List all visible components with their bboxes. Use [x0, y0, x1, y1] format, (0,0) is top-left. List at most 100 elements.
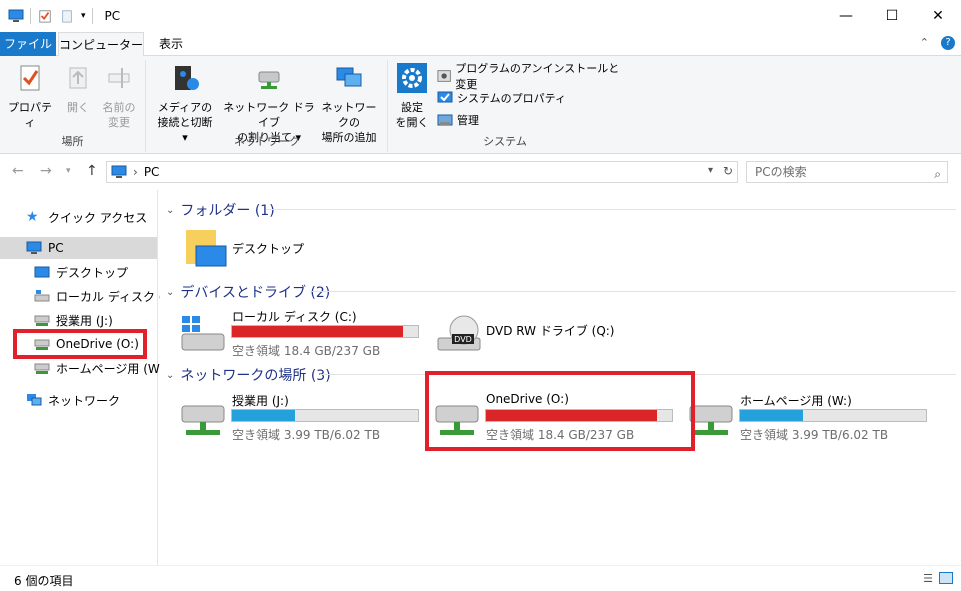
breadcrumb-pc[interactable]: PC — [144, 165, 160, 179]
rename-label-1: 名前の — [102, 101, 136, 114]
uninstall-programs-button[interactable]: プログラムのアンインストールと変更 — [437, 62, 621, 91]
add-network-label-1: ネットワークの — [321, 101, 377, 129]
search-icon[interactable]: ⌕ — [934, 164, 941, 184]
recent-locations-icon[interactable]: ▾ — [66, 166, 71, 176]
system-properties-button[interactable]: システムのプロパティ — [437, 88, 566, 108]
tab-file[interactable]: ファイル — [0, 32, 56, 56]
window-title: PC — [104, 9, 121, 23]
item-count: 6 個の項目 — [14, 574, 74, 588]
chevron-down-icon[interactable]: ⌄ — [166, 370, 174, 381]
network-group-header[interactable]: ⌄ ネットワークの場所 (3) — [166, 365, 331, 385]
onedrive-nav-highlight — [13, 329, 147, 359]
drive-c-free: 空き領域 18.4 GB/237 GB — [232, 344, 381, 358]
ribbon-group-network: メディアの 接続と切断 ▾ ネットワーク ドライブ の割り当て ▾ ネットワーク… — [147, 60, 388, 152]
rename-icon — [108, 68, 130, 88]
new-folder-icon[interactable] — [59, 9, 75, 23]
chevron-down-icon[interactable]: ⌄ — [166, 287, 174, 298]
search-input[interactable]: PCの検索 ⌕ — [746, 161, 948, 183]
open-button[interactable]: 開く — [58, 62, 98, 115]
desktop-folder-icon — [186, 230, 227, 267]
group-label-location: 場所 — [61, 135, 84, 148]
group-divider — [266, 209, 956, 210]
help-icon[interactable]: ? — [941, 36, 955, 50]
desktop-folder-item[interactable]: デスクトップ — [184, 226, 344, 270]
folders-header-label: フォルダー (1) — [180, 203, 275, 219]
drive-j-name: 授業用 (J:) — [232, 394, 289, 408]
chevron-down-icon[interactable]: ⌄ — [166, 205, 174, 216]
close-button[interactable]: ✕ — [915, 0, 961, 32]
nav-network-label: ネットワーク — [48, 393, 121, 408]
settings-label-2: を開く — [395, 116, 429, 129]
ribbon-tabs: ファイル コンピューター 表示 ⌃ ? — [0, 32, 961, 57]
drive-c-usage-bar — [231, 325, 419, 338]
maximize-button[interactable]: ☐ — [869, 0, 915, 32]
customize-toolbar-icon[interactable]: ▾ — [81, 11, 86, 21]
network-header-label: ネットワークの場所 (3) — [180, 368, 331, 384]
tab-computer[interactable]: コンピューター — [58, 32, 144, 57]
tab-view[interactable]: 表示 — [146, 32, 196, 56]
nav-local-disk[interactable]: ローカル ディスク (C:) — [34, 285, 181, 307]
nav-quick-access-label: クイック アクセス — [48, 210, 148, 225]
local-disk-icon — [181, 316, 225, 351]
status-bar: 6 個の項目 ☰ — [0, 565, 961, 591]
properties-icon[interactable] — [37, 9, 53, 23]
group-label-system: システム — [483, 135, 527, 148]
breadcrumb-separator-icon[interactable]: › — [133, 165, 138, 179]
rename-label-2: 変更 — [108, 116, 130, 129]
network-drive-icon — [258, 71, 280, 89]
nav-jugyo-drive[interactable]: 授業用 (J:) — [34, 309, 113, 331]
large-icons-view-icon[interactable] — [939, 572, 953, 584]
drive-item-w[interactable]: ホームページ用 (W:) 空き領域 3.99 TB/6.02 TB — [688, 392, 928, 442]
ribbon: プロパティ 開く 名前の 変更 場所 メディアの 接続と切断 ▾ ネットワーク … — [0, 56, 961, 154]
system-properties-label: システムのプロパティ — [457, 92, 567, 105]
uninstall-icon — [437, 70, 451, 82]
drive-j-free: 空き領域 3.99 TB/6.02 TB — [232, 428, 381, 442]
devices-group-header[interactable]: ⌄ デバイスとドライブ (2) — [166, 282, 330, 302]
drive-w-free: 空き領域 3.99 TB/6.02 TB — [740, 428, 889, 442]
desktop-icon — [34, 266, 50, 278]
properties-button[interactable]: プロパティ — [4, 62, 56, 130]
properties-label: プロパティ — [8, 101, 52, 129]
map-drive-label-1: ネットワーク ドライブ — [223, 101, 315, 129]
system-properties-icon — [437, 91, 453, 103]
local-disk-icon — [34, 290, 50, 302]
drive-item-j[interactable]: 授業用 (J:) 空き領域 3.99 TB/6.02 TB — [180, 392, 420, 442]
nav-desktop[interactable]: デスクトップ — [34, 261, 128, 283]
manage-button[interactable]: 管理 — [437, 110, 479, 130]
pc-icon — [8, 9, 24, 22]
drive-w-usage-bar — [739, 409, 927, 422]
address-dropdown-icon[interactable]: ▾ — [708, 165, 713, 176]
ribbon-controls: ⌃ ? — [920, 36, 955, 50]
nav-quick-access[interactable]: ★ クイック アクセス — [26, 206, 147, 228]
drive-j-usage-fill — [232, 410, 296, 421]
drive-item-dvd[interactable]: DVD DVD RW ドライブ (Q:) — [436, 308, 676, 356]
folders-group-header[interactable]: ⌄ フォルダー (1) — [166, 200, 275, 220]
drive-item-c[interactable]: ローカル ディスク (C:) 空き領域 18.4 GB/237 GB — [180, 308, 420, 358]
address-bar[interactable]: › PC ▾ ↻ — [106, 161, 738, 183]
window-controls: — ☐ ✕ — [823, 0, 961, 32]
minimize-button[interactable]: — — [823, 0, 869, 32]
nav-desktop-label: デスクトップ — [56, 265, 129, 280]
up-arrow-icon[interactable]: ↑ — [86, 163, 98, 179]
back-arrow-icon[interactable]: ← — [12, 163, 24, 179]
nav-pc[interactable]: PC — [0, 237, 157, 259]
details-view-icon[interactable]: ☰ — [923, 572, 933, 585]
dvd-drive-icon: DVD — [437, 315, 481, 351]
pc-icon — [26, 241, 42, 254]
rename-button[interactable]: 名前の 変更 — [98, 62, 140, 130]
drive-w-name: ホームページ用 (W:) — [740, 394, 852, 408]
nav-homepage-label: ホームページ用 (W:) — [56, 361, 168, 376]
nav-pc-label: PC — [48, 241, 64, 255]
group-label-network: ネットワーク — [234, 135, 300, 148]
toolbar-separator — [30, 8, 31, 24]
drive-w-usage-fill — [740, 410, 804, 421]
nav-network[interactable]: ネットワーク — [26, 389, 120, 411]
open-label: 開く — [67, 101, 89, 114]
onedrive-tile-highlight — [425, 371, 695, 451]
refresh-icon[interactable]: ↻ — [723, 164, 733, 178]
nav-homepage-drive[interactable]: ホームページ用 (W:) — [34, 357, 168, 379]
forward-arrow-icon[interactable]: → — [40, 163, 52, 179]
drive-dvd-name: DVD RW ドライブ (Q:) — [486, 324, 615, 338]
open-settings-button[interactable]: 設定 を開く — [395, 62, 429, 130]
collapse-ribbon-icon[interactable]: ⌃ — [920, 36, 929, 50]
